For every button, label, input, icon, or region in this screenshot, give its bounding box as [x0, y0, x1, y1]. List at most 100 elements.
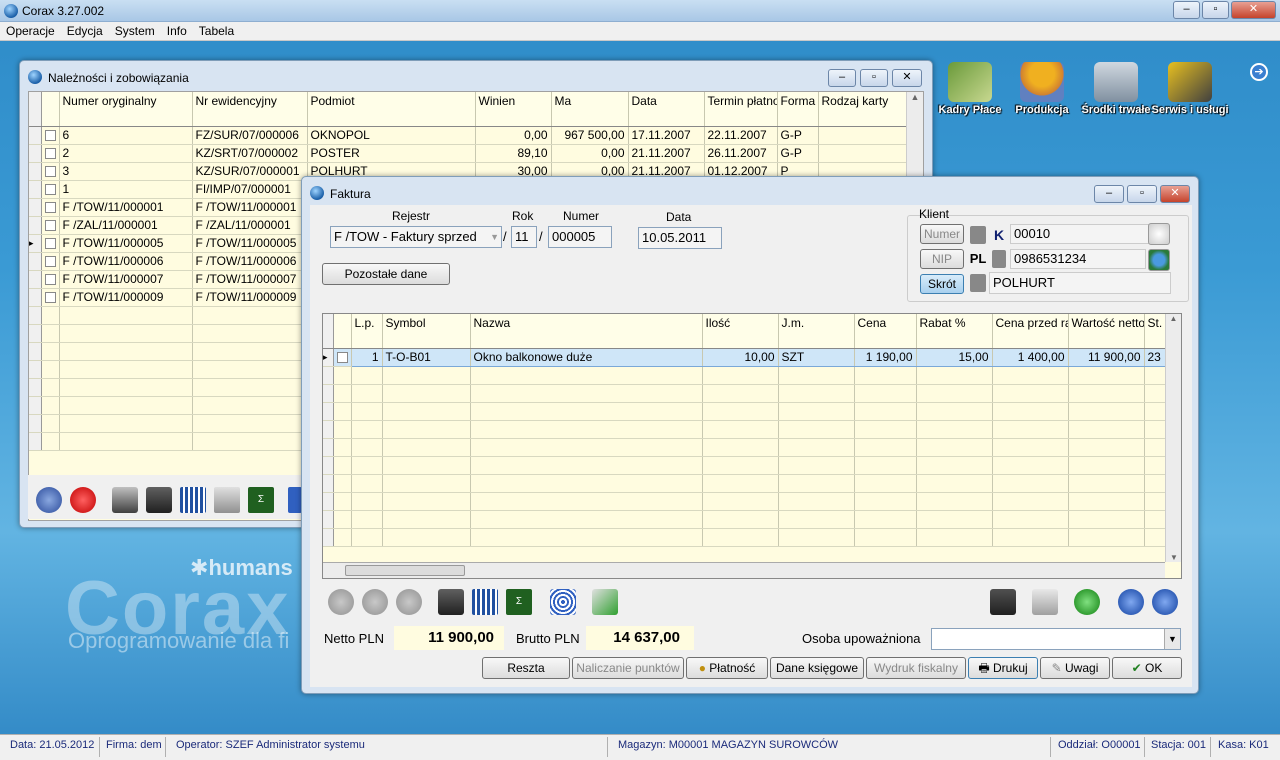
- sum-icon[interactable]: Σ: [248, 487, 274, 513]
- column-header[interactable]: Winien: [475, 92, 552, 127]
- column-header[interactable]: Ma: [551, 92, 629, 127]
- menu-system[interactable]: System: [109, 22, 161, 40]
- table-row[interactable]: [323, 420, 1166, 439]
- row-checkbox[interactable]: [44, 166, 56, 178]
- nip-button[interactable]: NIP: [920, 249, 964, 269]
- row-checkbox[interactable]: [44, 202, 56, 214]
- uwagi-button[interactable]: ✎ Uwagi: [1040, 657, 1110, 679]
- desktop-icon-kadry[interactable]: Kadry Płace: [930, 62, 1010, 116]
- row-checkbox[interactable]: [44, 184, 56, 196]
- previous-icon[interactable]: [1118, 589, 1144, 615]
- pozostale-dane-button[interactable]: Pozostałe dane: [322, 263, 450, 285]
- add-icon[interactable]: [328, 589, 354, 615]
- minimize-button[interactable]: –: [1173, 1, 1200, 19]
- close-button[interactable]: ✕: [1231, 1, 1276, 19]
- lookup-icon[interactable]: [992, 250, 1006, 268]
- wydruk-fiskalny-button[interactable]: Wydruk fiskalny: [866, 657, 966, 679]
- nal-close-button[interactable]: ✕: [892, 69, 922, 87]
- nal-maximize-button[interactable]: ▫: [860, 69, 888, 87]
- globe-icon[interactable]: [1148, 249, 1170, 271]
- remove-icon[interactable]: [396, 589, 422, 615]
- column-header[interactable]: Rabat %: [916, 314, 993, 349]
- items-vertical-scrollbar[interactable]: ▲ ▼: [1165, 314, 1181, 562]
- row-checkbox[interactable]: [44, 220, 56, 232]
- platnosc-button[interactable]: ● Płatność: [686, 657, 768, 679]
- table-row[interactable]: ▸ 1 T-O-B01 Okno balkonowe duże 10,00 SZT 1 19…: [323, 348, 1166, 367]
- skrot-field[interactable]: POLHURT: [989, 272, 1171, 294]
- sum-icon[interactable]: Σ: [506, 589, 532, 615]
- ok-button[interactable]: ✔ OK: [1112, 657, 1182, 679]
- desktop-icon-srodki[interactable]: Środki trwałe: [1076, 62, 1156, 116]
- column-header[interactable]: Cena przed rabatem: [992, 314, 1069, 349]
- items-horizontal-scrollbar[interactable]: [323, 562, 1165, 578]
- column-header[interactable]: Forma płatn.: [777, 92, 819, 127]
- column-header[interactable]: L.p.: [351, 314, 383, 349]
- preview-icon[interactable]: [362, 589, 388, 615]
- lookup-icon[interactable]: [970, 226, 986, 244]
- reszta-button[interactable]: Reszta: [482, 657, 570, 679]
- naliczanie-button[interactable]: Naliczanie punktów: [572, 657, 684, 679]
- delete-icon[interactable]: [70, 487, 96, 513]
- column-header[interactable]: J.m.: [778, 314, 855, 349]
- numer-field[interactable]: 000005: [548, 226, 612, 248]
- fak-close-button[interactable]: ✕: [1160, 185, 1190, 203]
- table-row[interactable]: [323, 474, 1166, 493]
- row-checkbox[interactable]: [44, 130, 56, 142]
- print-icon[interactable]: [112, 487, 138, 513]
- column-header[interactable]: Cena: [854, 314, 917, 349]
- fak-minimize-button[interactable]: –: [1094, 185, 1124, 203]
- kod-field[interactable]: 00010: [1010, 224, 1162, 244]
- chevron-down-icon[interactable]: ▼: [1164, 629, 1180, 649]
- client-card-icon[interactable]: [1148, 223, 1170, 245]
- preview-icon[interactable]: [36, 487, 62, 513]
- column-header[interactable]: Ilość: [702, 314, 779, 349]
- save-icon[interactable]: [990, 589, 1016, 615]
- maximize-button[interactable]: ▫: [1202, 1, 1229, 19]
- tree-icon[interactable]: [288, 487, 302, 513]
- table-icon[interactable]: [472, 589, 498, 615]
- data-field[interactable]: 10.05.2011: [638, 227, 722, 249]
- skrot-button[interactable]: Skrót: [920, 274, 964, 294]
- row-checkbox[interactable]: [44, 292, 56, 304]
- desktop-icon-serwis[interactable]: Serwis i usługi: [1150, 62, 1230, 116]
- column-header[interactable]: Podmiot: [307, 92, 476, 127]
- column-header[interactable]: Nr ewidencyjny: [192, 92, 308, 127]
- table-row[interactable]: [323, 366, 1166, 385]
- table-row[interactable]: [323, 384, 1166, 403]
- column-header[interactable]: St. VAT: [1144, 314, 1166, 349]
- menu-info[interactable]: Info: [161, 22, 193, 40]
- tree-icon[interactable]: [550, 589, 576, 615]
- menu-tabela[interactable]: Tabela: [193, 22, 240, 40]
- binoculars-icon[interactable]: [146, 487, 172, 513]
- row-checkbox[interactable]: [336, 352, 348, 364]
- arrow-right-icon[interactable]: ➔: [1250, 63, 1268, 81]
- column-header[interactable]: Symbol: [382, 314, 471, 349]
- table-row[interactable]: 2 KZ/SRT/07/000002 POSTER 89,10 0,00 21.11.20…: [29, 144, 908, 163]
- osoba-select[interactable]: [931, 628, 1181, 650]
- drukuj-button[interactable]: 🖶 Drukuj: [968, 657, 1038, 679]
- table-row[interactable]: [323, 492, 1166, 511]
- menu-operacje[interactable]: Operacje: [0, 22, 61, 40]
- chart-icon[interactable]: [592, 589, 618, 615]
- column-header[interactable]: Nazwa: [470, 314, 703, 349]
- binoculars-icon[interactable]: [438, 589, 464, 615]
- nal-minimize-button[interactable]: –: [828, 69, 856, 87]
- nip-field[interactable]: 0986531234: [1010, 249, 1146, 269]
- column-header[interactable]: Wartość netto: [1068, 314, 1145, 349]
- row-checkbox[interactable]: [44, 238, 56, 250]
- table-row[interactable]: [323, 402, 1166, 421]
- menu-edycja[interactable]: Edycja: [61, 22, 109, 40]
- lookup-icon[interactable]: [970, 274, 986, 292]
- column-header[interactable]: Data: [628, 92, 705, 127]
- numer-button[interactable]: Numer: [920, 224, 964, 244]
- table-row[interactable]: [323, 438, 1166, 457]
- rejestr-select[interactable]: F /TOW - Faktury sprzed ▼: [330, 226, 502, 248]
- dane-ksiegowe-button[interactable]: Dane księgowe: [770, 657, 864, 679]
- table-row[interactable]: [323, 510, 1166, 529]
- row-checkbox[interactable]: [44, 274, 56, 286]
- table-row[interactable]: [323, 456, 1166, 475]
- refresh-icon[interactable]: [1074, 589, 1100, 615]
- fak-maximize-button[interactable]: ▫: [1127, 185, 1157, 203]
- next-icon[interactable]: [1152, 589, 1178, 615]
- table-row[interactable]: [323, 528, 1166, 547]
